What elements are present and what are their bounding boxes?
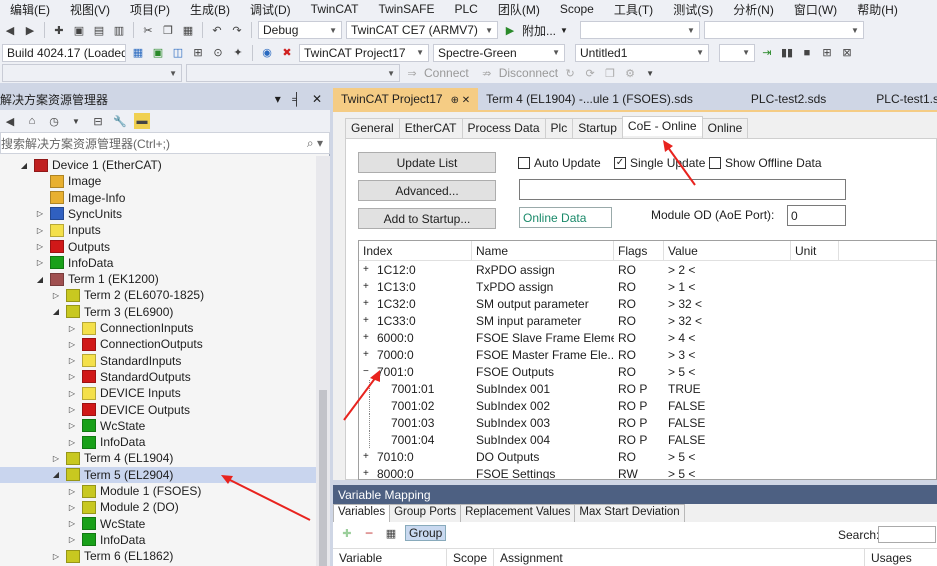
arrow-to-7001-row [343, 370, 380, 421]
annotation-arrows [221, 140, 696, 521]
arrow-to-coe-tab [663, 140, 696, 186]
arrow-to-term5-node [221, 475, 311, 521]
